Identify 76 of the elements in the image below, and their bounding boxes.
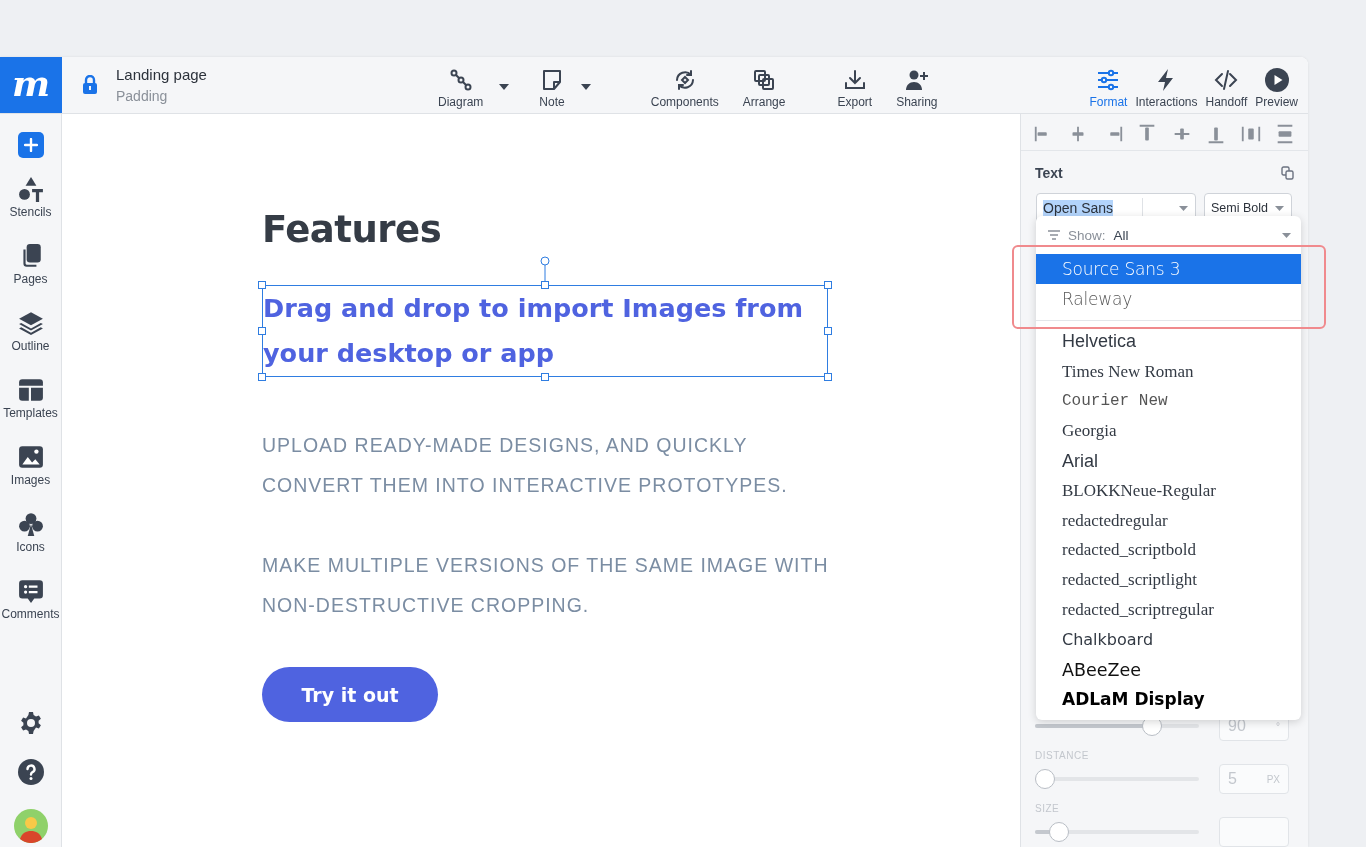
font-option[interactable]: ABeeZee [1036, 654, 1301, 685]
font-option[interactable]: Arial [1036, 446, 1301, 476]
font-option[interactable]: Chalkboard [1036, 624, 1301, 655]
resize-handle[interactable] [824, 373, 832, 382]
slider[interactable] [1035, 822, 1199, 842]
font-option[interactable]: redacted_scriptbold [1036, 535, 1301, 566]
font-option[interactable]: Georgia [1036, 416, 1301, 447]
sidebar-item[interactable]: Pages [0, 239, 62, 290]
image-icon [17, 444, 44, 470]
comment-icon [17, 578, 44, 604]
font-option[interactable]: redacted_scriptlight [1036, 565, 1301, 596]
value-field[interactable] [1219, 817, 1289, 847]
nodes-icon [448, 67, 473, 92]
copy-icon[interactable] [1281, 166, 1294, 180]
mode-tab[interactable]: Interactions [1131, 61, 1202, 109]
resize-handle[interactable] [258, 327, 266, 336]
settings-icon[interactable] [18, 711, 43, 735]
font-option[interactable]: Courier New [1036, 386, 1301, 417]
help-icon[interactable] [17, 759, 44, 785]
resize-handle[interactable] [824, 327, 832, 336]
code-icon [1213, 67, 1240, 92]
avatar[interactable] [13, 809, 48, 843]
mode-tab[interactable]: Format [1085, 61, 1132, 109]
resize-handle[interactable] [824, 281, 832, 290]
cta-button[interactable]: Try it out [262, 667, 438, 723]
font-option[interactable]: Times New Roman [1036, 356, 1301, 387]
sidebar-item[interactable]: Stencils [0, 172, 62, 223]
font-option[interactable]: ADLaM Display [1036, 684, 1301, 715]
play-icon [1264, 67, 1289, 92]
slider[interactable] [1035, 769, 1199, 789]
lock-icon [82, 75, 98, 95]
sliders-icon [1096, 67, 1121, 92]
sidebar-item[interactable]: Templates [0, 373, 62, 424]
toolbar-button[interactable]: Export [829, 57, 881, 113]
toolbar-button[interactable]: Sharing [888, 57, 946, 113]
resize-handle[interactable] [541, 281, 549, 290]
sidebar-item[interactable]: Images [0, 440, 62, 491]
font-option[interactable]: Raleway [1036, 284, 1301, 314]
document-subtitle: Padding [116, 88, 169, 104]
toolbar-button[interactable]: Arrange [734, 57, 794, 113]
mode-tab[interactable]: Preview [1251, 61, 1302, 109]
resize-handle[interactable] [541, 373, 549, 382]
add-button[interactable] [17, 132, 44, 158]
resize-handle[interactable] [258, 281, 266, 290]
font-option[interactable]: Source Sans 3 [1036, 254, 1301, 284]
toolbar-button[interactable]: Diagram [430, 57, 492, 113]
paragraph: UPLOAD READY-MADE DESIGNS, AND QUICKLY CONVERT THEM INTO INTERACTIVE PROTOTYPES. [262, 433, 789, 499]
toolbar-button[interactable]: Components [642, 57, 727, 113]
font-option[interactable]: redactedregular [1036, 505, 1301, 536]
sidebar-item[interactable]: Outline [0, 306, 62, 357]
paragraph: MAKE MULTIPLE VERSIONS OF THE SAME IMAGE WITH NON-DESTRUCTIVE CROPPING. [262, 553, 830, 619]
font-option[interactable]: Helvetica [1036, 327, 1301, 357]
shapes-icon [17, 176, 44, 202]
caret-icon[interactable] [580, 84, 591, 90]
stack-icon [752, 67, 777, 92]
font-option[interactable]: redacted_scriptregular [1036, 595, 1301, 625]
heading: Features [262, 208, 443, 253]
toolbar-button[interactable]: Note [531, 57, 573, 113]
plus-icon [23, 138, 38, 152]
document-title: Landing page [116, 66, 208, 83]
font-option[interactable]: BLOKKNeue-Regular [1036, 476, 1301, 506]
app-logo[interactable]: m [0, 57, 62, 113]
download-icon [842, 67, 867, 92]
filter-value[interactable]: All [1113, 227, 1129, 243]
sidebar-item[interactable]: Icons [0, 507, 62, 558]
layout-icon [17, 377, 44, 403]
sidebar-item[interactable]: Comments [0, 574, 62, 625]
caret-icon[interactable] [499, 84, 510, 90]
resize-handle[interactable] [258, 373, 266, 382]
layers-icon [17, 310, 44, 336]
selected-text[interactable]: Drag and drop to import Images from your desktop or app [262, 285, 828, 378]
section-title: Text [1035, 165, 1063, 181]
club-icon [17, 511, 44, 537]
filter-icon[interactable] [1048, 230, 1060, 240]
filter-label: Show: [1068, 227, 1106, 243]
mode-tab[interactable]: Handoff [1201, 61, 1252, 109]
